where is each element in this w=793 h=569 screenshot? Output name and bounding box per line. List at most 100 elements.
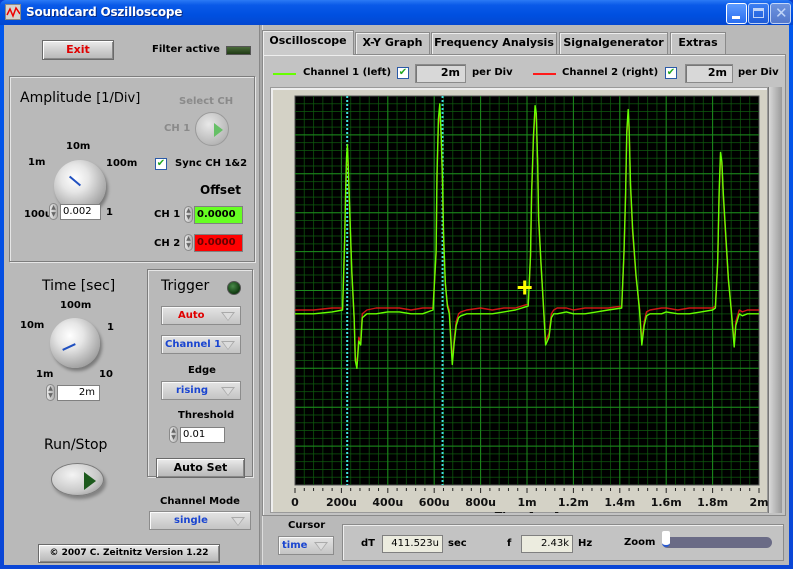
threshold-label: Threshold — [178, 410, 235, 421]
ch1-legend-label: Channel 1 (left) — [303, 67, 392, 78]
ch1-per-div-label: per Div — [472, 67, 513, 78]
trigger-title: Trigger — [161, 278, 210, 294]
title-bar[interactable]: Soundcard Oszilloscope ✕ — [0, 0, 793, 25]
x-axis-label: Time [sec] — [495, 510, 560, 513]
f-value-field: 2.43k — [521, 535, 573, 553]
tab-label: Frequency Analysis — [434, 36, 554, 49]
amp-scale-1: 1 — [106, 207, 113, 218]
close-icon: ✕ — [775, 4, 788, 22]
threshold-field[interactable]: 0.01 — [180, 427, 225, 443]
time-title: Time [sec] — [42, 278, 116, 294]
oscilloscope-graph[interactable]: 0 200u 400u 600u 800u 1m 1.2m 1.4m 1.6m 1.8m 2m Tim… — [270, 87, 768, 513]
graph-scrollbar[interactable] — [768, 87, 782, 513]
sync-checkbox[interactable]: ✔ — [155, 158, 167, 170]
tab-frequency-analysis[interactable]: Frequency Analysis — [431, 32, 557, 54]
time-knob[interactable] — [50, 318, 100, 368]
amplitude-spinner[interactable]: ▲ ▼ — [49, 203, 58, 220]
ch2-enable-checkbox[interactable]: ✔ — [665, 67, 677, 79]
amplitude-unit: [1/Div] — [96, 91, 141, 106]
amp-scale-100u: 100u — [24, 209, 52, 220]
threshold-spinner[interactable]: ▲ ▼ — [169, 426, 178, 443]
amplitude-title: Amplitude [1/Div] — [20, 90, 140, 106]
close-button[interactable]: ✕ — [770, 3, 791, 24]
f-unit: Hz — [578, 538, 593, 549]
x-tick-label: 600u — [419, 496, 450, 509]
time-scale-10: 10 — [99, 369, 113, 380]
ch1-per-div-field[interactable]: 2m — [415, 64, 466, 83]
dt-unit: sec — [448, 538, 467, 549]
tab-label: X-Y Graph — [362, 36, 423, 49]
auto-set-button[interactable]: Auto Set — [156, 458, 245, 478]
x-tick-label: 400u — [372, 496, 403, 509]
zoom-slider-track[interactable] — [662, 537, 772, 548]
amp-scale-1m: 1m — [28, 157, 46, 168]
x-tick-label: 1.2m — [558, 496, 589, 509]
zoom-slider-thumb[interactable] — [662, 531, 670, 547]
time-scale-100m: 100m — [60, 300, 92, 311]
x-tick-label: 0 — [291, 496, 299, 509]
ch2-per-div-label: per Div — [738, 67, 779, 78]
run-stop-label: Run/Stop — [44, 437, 108, 453]
edge-dropdown[interactable]: rising — [161, 381, 241, 400]
trigger-led — [227, 281, 241, 295]
maximize-icon — [753, 8, 764, 18]
x-tick-label: 800u — [465, 496, 496, 509]
run-stop-button[interactable] — [51, 463, 104, 496]
auto-set-label: Auto Set — [173, 461, 228, 474]
ch2-per-div-field[interactable]: 2m — [685, 64, 733, 83]
cursor-mode-dropdown[interactable]: time — [278, 536, 334, 555]
offset-ch2-label: CH 2 — [154, 238, 181, 249]
chevron-down-icon — [221, 387, 235, 396]
exit-label: Exit — [66, 43, 90, 56]
window-title: Soundcard Oszilloscope — [26, 5, 183, 19]
maximize-button[interactable] — [748, 3, 769, 24]
offset-ch2-field[interactable]: 0.0000 — [194, 234, 243, 252]
sync-label: Sync CH 1&2 — [175, 158, 248, 169]
time-value-field[interactable]: 2m — [57, 385, 100, 401]
amp-scale-100m: 100m — [106, 158, 138, 169]
amp-scale-10m: 10m — [66, 141, 91, 152]
client-area: Exit Filter active Amplitude [1/Div] 100… — [4, 25, 789, 565]
time-knob-indicator — [62, 343, 76, 351]
tab-label: Extras — [678, 36, 718, 49]
trigger-channel-dropdown[interactable]: Channel 1 — [161, 335, 241, 354]
copyright-label: © 2007 C. Zeitnitz Version 1.22 — [38, 544, 220, 563]
time-scale-1: 1 — [107, 322, 114, 333]
time-scale-10m: 10m — [20, 320, 45, 331]
offset-ch2-spinner[interactable]: ▲ ▼ — [184, 234, 193, 251]
channel-mode-value: single — [174, 515, 208, 526]
select-ch-play-icon — [214, 123, 223, 137]
edge-value: rising — [176, 385, 209, 396]
amplitude-value-field[interactable]: 0.002 — [60, 204, 101, 220]
channel-mode-label: Channel Mode — [160, 496, 240, 507]
tab-extras[interactable]: Extras — [670, 32, 726, 54]
tab-signalgenerator[interactable]: Signalgenerator — [559, 32, 668, 54]
chevron-down-icon — [231, 517, 245, 526]
x-tick-label: 1.8m — [697, 496, 728, 509]
tab-oscilloscope[interactable]: Oscilloscope — [262, 30, 354, 55]
offset-ch1-spinner[interactable]: ▲ ▼ — [184, 206, 193, 223]
x-tick-label: 200u — [326, 496, 357, 509]
filter-active-led — [226, 46, 251, 55]
ch2-legend-label: Channel 2 (right) — [562, 67, 659, 78]
trigger-mode-dropdown[interactable]: Auto — [161, 306, 241, 325]
cursor-label: Cursor — [288, 520, 326, 531]
x-tick-label: 2m — [749, 496, 768, 509]
dt-value-field: 411.523u — [382, 535, 443, 553]
tab-label: Oscilloscope — [269, 34, 347, 47]
exit-button[interactable]: Exit — [42, 40, 114, 60]
offset-ch1-label: CH 1 — [154, 209, 181, 220]
amplitude-knob-indicator — [68, 175, 82, 187]
time-spinner[interactable]: ▲ ▼ — [46, 384, 55, 401]
select-ch-button[interactable] — [195, 112, 229, 146]
tab-xy-graph[interactable]: X-Y Graph — [355, 32, 430, 54]
offset-ch1-field[interactable]: 0.0000 — [194, 206, 243, 224]
tab-label: Signalgenerator — [563, 36, 664, 49]
chevron-down-icon — [221, 341, 235, 350]
ch1-enable-checkbox[interactable]: ✔ — [397, 67, 409, 79]
amplitude-title-text: Amplitude — [20, 90, 92, 106]
channel-mode-dropdown[interactable]: single — [149, 511, 251, 530]
zoom-label: Zoom — [624, 537, 656, 548]
minimize-button[interactable] — [726, 3, 747, 24]
filter-active-label: Filter active — [152, 44, 220, 55]
